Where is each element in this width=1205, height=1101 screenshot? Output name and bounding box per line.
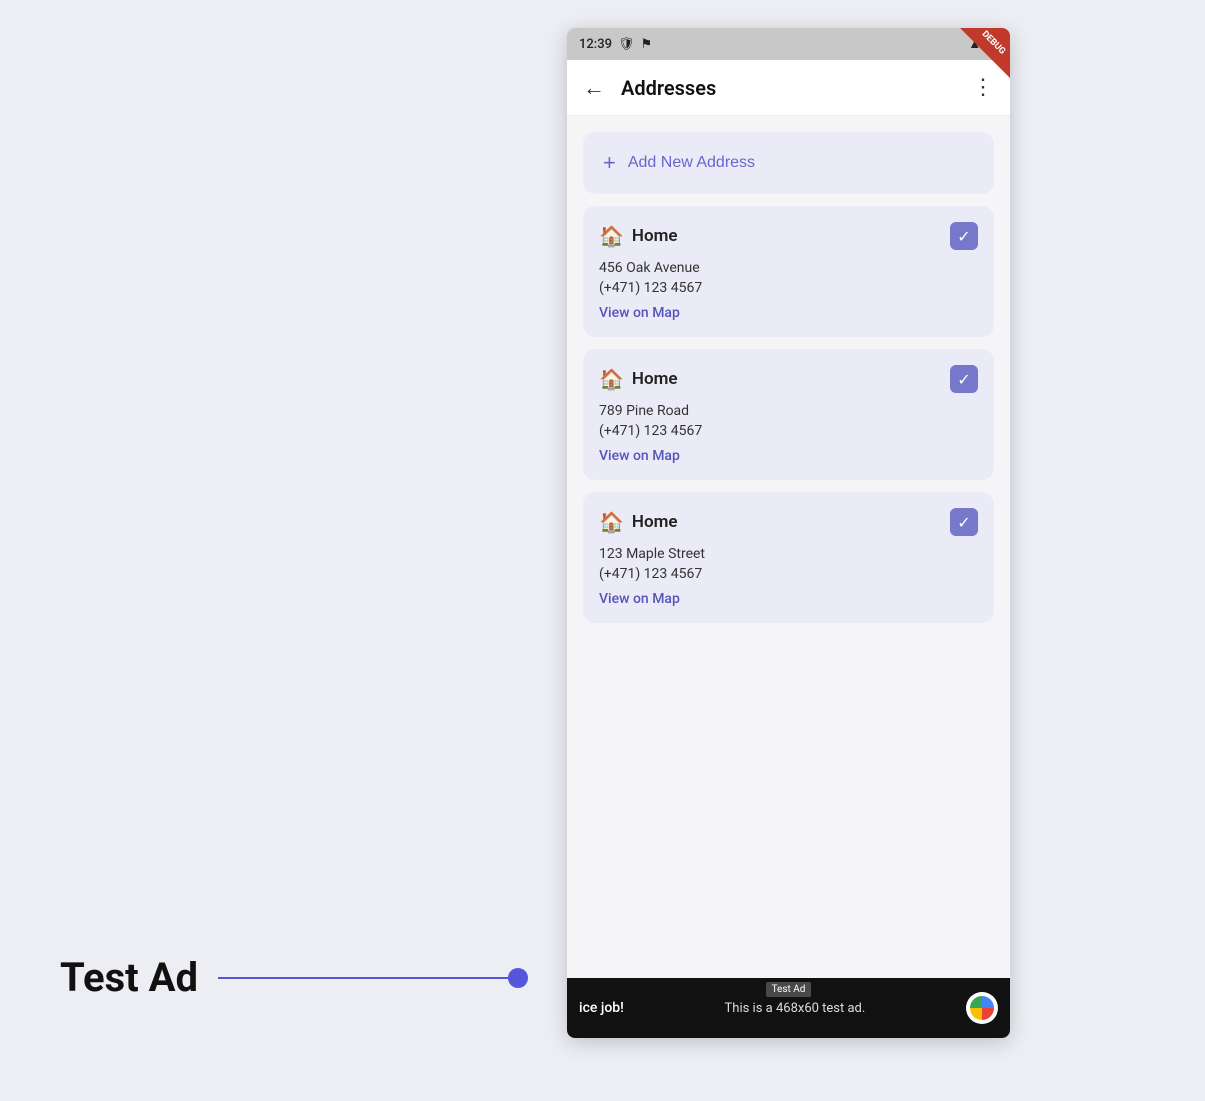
- address-street-1: 456 Oak Avenue: [599, 260, 978, 276]
- add-address-label: Add New Address: [628, 154, 755, 172]
- status-bar: 12:39 🛡 ⚑ ▲ ▲: [567, 28, 1010, 60]
- home-icon-3: 🏠: [599, 510, 624, 534]
- flag-icon: ⚑: [641, 37, 653, 52]
- content-area: + Add New Address 🏠 Home ✓ 456 Oak Avenu…: [567, 116, 1010, 978]
- home-icon-2: 🏠: [599, 367, 624, 391]
- address-phone-2: (+471) 123 4567: [599, 423, 978, 439]
- address-card-2-header: 🏠 Home ✓: [599, 365, 978, 393]
- test-ad-dot: [508, 968, 528, 988]
- address-street-2: 789 Pine Road: [599, 403, 978, 419]
- address-card-2[interactable]: 🏠 Home ✓ 789 Pine Road (+471) 123 4567 V…: [583, 349, 994, 480]
- test-ad-label: Test Ad: [60, 954, 198, 1001]
- test-ad-line: [218, 977, 518, 979]
- check-icon-1[interactable]: ✓: [950, 222, 978, 250]
- address-card-2-left: 🏠 Home: [599, 367, 677, 391]
- address-type-2: Home: [632, 369, 678, 389]
- address-street-3: 123 Maple Street: [599, 546, 978, 562]
- address-type-1: Home: [632, 226, 678, 246]
- status-time: 12:39: [579, 37, 612, 52]
- test-ad-section: Test Ad: [60, 954, 518, 1001]
- phone-frame: DEBUG 12:39 🛡 ⚑ ▲ ▲ ← Addresses ⋮ + Add …: [567, 28, 1010, 1038]
- address-phone-3: (+471) 123 4567: [599, 566, 978, 582]
- home-icon-1: 🏠: [599, 224, 624, 248]
- view-on-map-3[interactable]: View on Map: [599, 591, 680, 607]
- check-icon-3[interactable]: ✓: [950, 508, 978, 536]
- address-card-3-header: 🏠 Home ✓: [599, 508, 978, 536]
- ad-description: This is a 468x60 test ad.: [632, 1001, 958, 1016]
- app-bar: ← Addresses ⋮: [567, 60, 1010, 116]
- ad-logo: [966, 992, 998, 1024]
- plus-icon: +: [603, 150, 616, 176]
- ad-logo-inner: [970, 996, 994, 1020]
- address-card-1-header: 🏠 Home ✓: [599, 222, 978, 250]
- address-type-3: Home: [632, 512, 678, 532]
- address-card-1[interactable]: 🏠 Home ✓ 456 Oak Avenue (+471) 123 4567 …: [583, 206, 994, 337]
- ad-nice-job: ice job!: [579, 1000, 624, 1016]
- ad-label: Test Ad: [766, 982, 812, 997]
- address-phone-1: (+471) 123 4567: [599, 280, 978, 296]
- address-card-3[interactable]: 🏠 Home ✓ 123 Maple Street (+471) 123 456…: [583, 492, 994, 623]
- ad-bar: Test Ad ice job! This is a 468x60 test a…: [567, 978, 1010, 1038]
- shield-icon: 🛡: [618, 37, 635, 52]
- view-on-map-2[interactable]: View on Map: [599, 448, 680, 464]
- view-on-map-1[interactable]: View on Map: [599, 305, 680, 321]
- address-card-3-left: 🏠 Home: [599, 510, 677, 534]
- add-address-button[interactable]: + Add New Address: [583, 132, 994, 194]
- more-button[interactable]: ⋮: [972, 75, 994, 100]
- back-button[interactable]: ←: [583, 75, 605, 101]
- status-bar-left: 12:39 🛡 ⚑: [579, 37, 652, 52]
- check-icon-2[interactable]: ✓: [950, 365, 978, 393]
- address-card-1-left: 🏠 Home: [599, 224, 677, 248]
- page-title: Addresses: [621, 76, 972, 100]
